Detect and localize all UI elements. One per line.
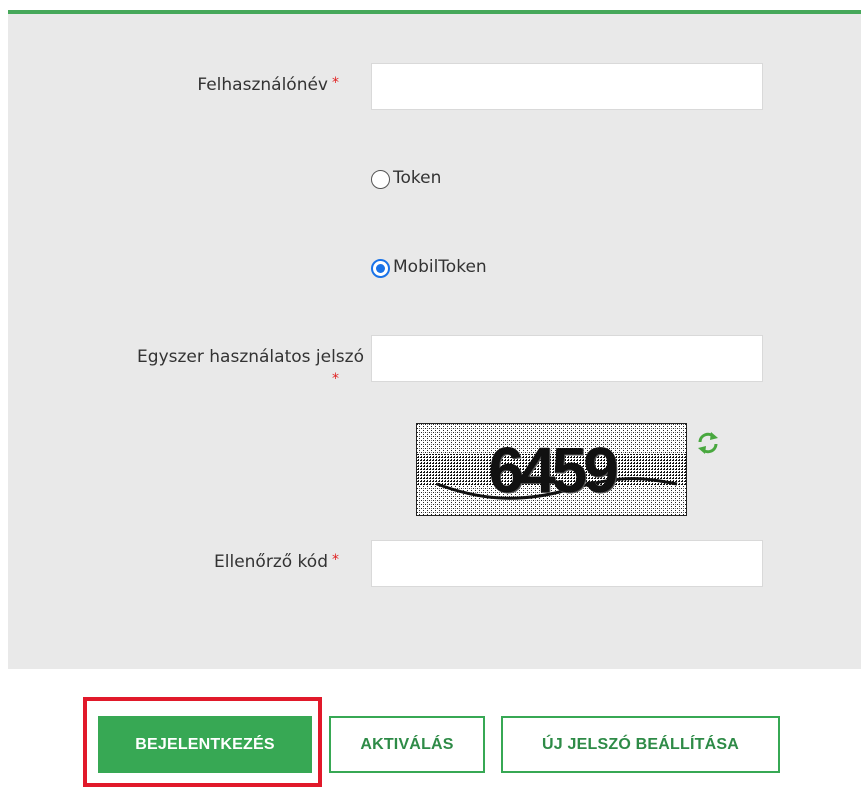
new-password-button[interactable]: ÚJ JELSZÓ BEÁLLÍTÁSA <box>501 716 780 773</box>
token-radio-label: Token <box>393 168 442 188</box>
refresh-icon[interactable] <box>696 431 720 455</box>
mobiltoken-radio[interactable] <box>371 259 390 278</box>
token-radio-option[interactable]: Token <box>371 167 441 189</box>
captcha-image: 6459 <box>416 423 687 516</box>
verify-label-text: Ellenőrző kód <box>214 552 328 572</box>
required-mark: * <box>332 371 339 387</box>
required-mark: * <box>332 75 339 91</box>
otp-input[interactable] <box>371 335 763 382</box>
username-label-text: Felhasználónév <box>197 75 328 95</box>
otp-label-text: Egyszer használatos jelszó <box>137 347 364 367</box>
otp-required-mark: * <box>328 371 339 391</box>
verify-code-input[interactable] <box>371 540 763 587</box>
username-input[interactable] <box>371 63 763 110</box>
captcha-text: 6459 <box>488 433 618 506</box>
verify-label: Ellenőrző kód * <box>214 552 339 572</box>
token-radio[interactable] <box>371 170 390 189</box>
required-mark: * <box>332 552 339 568</box>
login-button[interactable]: BEJELENTKEZÉS <box>98 716 312 773</box>
otp-label: Egyszer használatos jelszó <box>137 347 364 367</box>
mobiltoken-radio-option[interactable]: MobilToken <box>371 256 487 278</box>
activate-button[interactable]: AKTIVÁLÁS <box>329 716 485 773</box>
mobiltoken-radio-label: MobilToken <box>393 257 487 277</box>
username-label: Felhasználónév * <box>197 75 339 95</box>
